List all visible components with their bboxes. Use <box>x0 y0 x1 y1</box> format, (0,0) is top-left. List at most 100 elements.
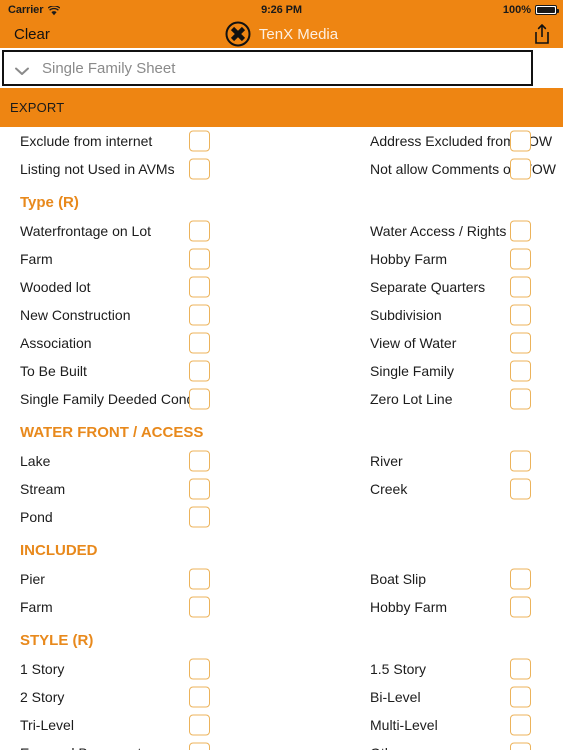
nav-bar: Clear TenX Media <box>0 20 563 48</box>
checkbox[interactable] <box>189 714 210 736</box>
checkbox[interactable] <box>510 596 531 618</box>
checkbox[interactable] <box>189 158 210 180</box>
checkbox-label: Bi-Level <box>370 689 421 705</box>
checkbox[interactable] <box>189 506 210 528</box>
checkbox[interactable] <box>189 220 210 242</box>
checkbox-label: Boat Slip <box>370 571 427 587</box>
checkbox[interactable] <box>510 276 531 298</box>
checkbox-label: Exclude from internet <box>20 133 153 149</box>
checkbox[interactable] <box>189 248 210 270</box>
checkbox-label: View of Water <box>370 335 457 351</box>
checkbox[interactable] <box>510 686 531 708</box>
checkbox[interactable] <box>510 360 531 382</box>
app-root: Carrier 9:26 PM 100% Clear TenX Media Si… <box>0 0 563 750</box>
section-header: INCLUDED <box>20 542 98 559</box>
checkbox-label: Hobby Farm <box>370 599 448 615</box>
clock-label: 9:26 PM <box>261 4 302 16</box>
checkbox[interactable] <box>189 686 210 708</box>
status-bar: Carrier 9:26 PM 100% <box>0 0 563 20</box>
section-header: WATER FRONT / ACCESS <box>20 424 204 441</box>
checkbox[interactable] <box>189 276 210 298</box>
checkbox[interactable] <box>510 332 531 354</box>
checkbox-label: Listing not Used in AVMs <box>20 161 175 177</box>
checkbox-label: Multi-Level <box>370 717 438 733</box>
form-row: Stream Creek <box>0 475 563 503</box>
checkbox[interactable] <box>189 130 210 152</box>
circle-x-logo-icon <box>225 21 251 47</box>
checkbox[interactable] <box>189 568 210 590</box>
form-row: 1 Story 1.5 Story <box>0 655 563 683</box>
checkbox[interactable] <box>189 742 210 750</box>
checkbox-label: Single Family Deeded Condo <box>20 391 203 407</box>
form-row: Waterfrontage on Lot Water Access / Right… <box>0 217 563 245</box>
checkbox-label: Hobby Farm <box>370 251 448 267</box>
checkbox-label: Water Access / Rights <box>370 223 507 239</box>
checkbox-label: Tri-Level <box>20 717 74 733</box>
share-icon[interactable] <box>531 22 553 46</box>
form-row: Farm Hobby Farm <box>0 245 563 273</box>
checkbox-label: Farm <box>20 599 53 615</box>
checkbox-label: Zero Lot Line <box>370 391 453 407</box>
form-row: Association View of Water <box>0 329 563 357</box>
form-row: Pier Boat Slip <box>0 565 563 593</box>
checkbox-label: Separate Quarters <box>370 279 486 295</box>
checkbox-label: River <box>370 453 403 469</box>
form-row: Farm Hobby Farm <box>0 593 563 621</box>
checkbox-label: Other <box>370 745 405 750</box>
checkbox-label: 1.5 Story <box>370 661 427 677</box>
checkbox-label: Lake <box>20 453 51 469</box>
checkbox[interactable] <box>510 658 531 680</box>
clear-button[interactable]: Clear <box>14 26 50 43</box>
checkbox[interactable] <box>189 332 210 354</box>
checkbox-label: Pier <box>20 571 45 587</box>
checkbox[interactable] <box>189 450 210 472</box>
checkbox-label: New Construction <box>20 307 131 323</box>
checkbox[interactable] <box>510 450 531 472</box>
checkbox[interactable] <box>189 658 210 680</box>
sheet-select-value: Single Family Sheet <box>42 59 176 77</box>
form-row: Listing not Used in AVMs Not allow Commen… <box>0 155 563 183</box>
form-row: New Construction Subdivision <box>0 301 563 329</box>
checkbox[interactable] <box>510 478 531 500</box>
form-row: 2 Story Bi-Level <box>0 683 563 711</box>
export-section-title: EXPORT <box>10 100 65 115</box>
form-row: Wooded lot Separate Quarters <box>0 273 563 301</box>
sheet-select[interactable]: Single Family Sheet <box>2 50 533 86</box>
form-row: To Be Built Single Family <box>0 357 563 385</box>
checkbox[interactable] <box>189 478 210 500</box>
checkbox[interactable] <box>510 130 531 152</box>
checkbox-label: 2 Story <box>20 689 65 705</box>
status-bar-right: 100% <box>502 4 559 16</box>
checkbox[interactable] <box>510 742 531 750</box>
checkbox-label: Exposed Basement <box>20 745 141 750</box>
section-header: STYLE (R) <box>20 632 94 649</box>
form-row: Pond <box>0 503 563 531</box>
section-header: Type (R) <box>20 194 79 211</box>
form-row: Tri-Level Multi-Level <box>0 711 563 739</box>
form-row: Exposed Basement Other <box>0 739 563 750</box>
checkbox[interactable] <box>510 568 531 590</box>
checkbox-label: To Be Built <box>20 363 87 379</box>
checkbox[interactable] <box>189 388 210 410</box>
checkbox[interactable] <box>510 714 531 736</box>
checkbox-label: Farm <box>20 251 53 267</box>
checkbox-label: Waterfrontage on Lot <box>20 223 152 239</box>
checkbox[interactable] <box>189 596 210 618</box>
checkbox-label: Pond <box>20 509 53 525</box>
chevron-down-icon <box>14 63 30 75</box>
checkbox[interactable] <box>510 304 531 326</box>
nav-title-group: TenX Media <box>0 21 563 47</box>
checkbox-label: Subdivision <box>370 307 442 323</box>
checkbox[interactable] <box>510 248 531 270</box>
checkbox[interactable] <box>510 388 531 410</box>
export-section-band: EXPORT <box>0 88 563 127</box>
checkbox[interactable] <box>189 360 210 382</box>
checkbox[interactable] <box>189 304 210 326</box>
checkbox-label: Creek <box>370 481 408 497</box>
checkbox[interactable] <box>510 158 531 180</box>
battery-percent-label: 100% <box>502 4 531 16</box>
checkbox-label: Single Family <box>370 363 455 379</box>
checkbox[interactable] <box>510 220 531 242</box>
form-content: Exclude from internet Address Excluded fr… <box>0 127 563 750</box>
checkbox-label: Wooded lot <box>20 279 91 295</box>
